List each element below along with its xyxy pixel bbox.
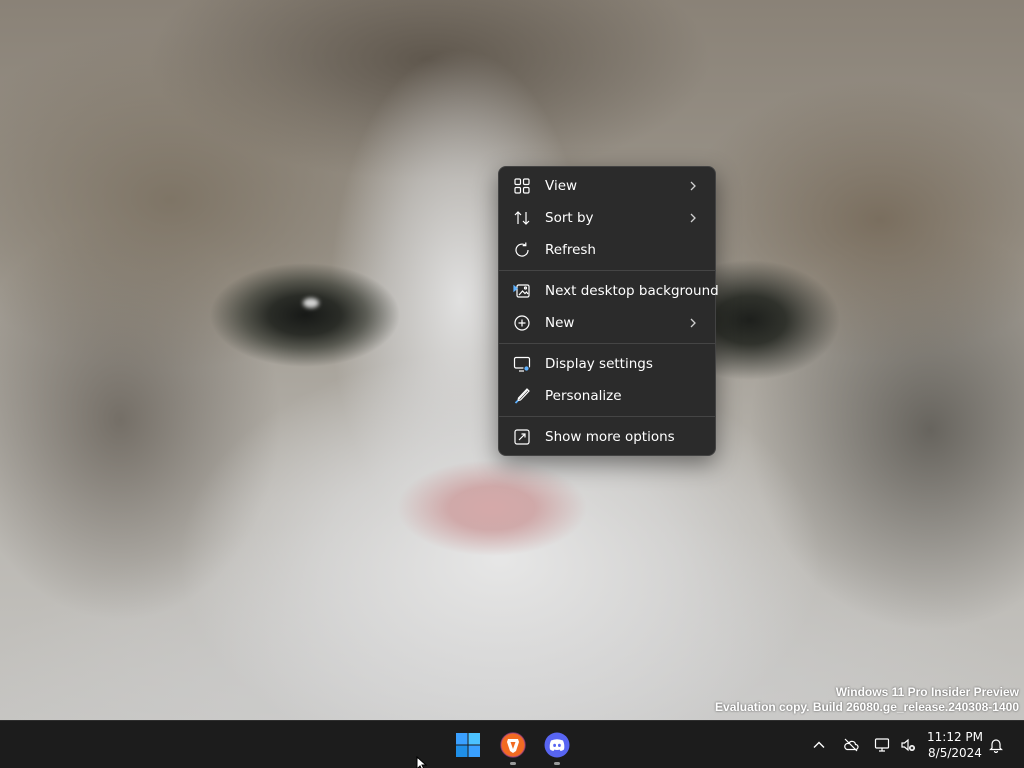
menu-item-label: Sort by [545,210,594,226]
mouse-pointer-icon [416,756,428,768]
notifications-button[interactable] [986,735,1006,755]
taskbar-app-brave[interactable] [497,729,529,765]
brave-browser-icon [500,732,526,758]
menu-item-label: Display settings [545,356,653,372]
clock-time: 11:12 PM [927,730,983,744]
menu-separator [499,270,715,271]
running-indicator [554,762,560,765]
refresh-icon [513,241,531,259]
show-hidden-icons-button[interactable] [809,735,829,755]
running-indicator [510,762,516,765]
taskbar-clock[interactable]: 11:12 PM 8/5/2024 [922,729,988,761]
menu-separator [499,343,715,344]
menu-item-next-desktop-background[interactable]: Next desktop background [503,275,719,307]
display-settings-icon [513,355,531,373]
new-plus-icon [513,314,531,332]
menu-item-label: Refresh [545,242,596,258]
volume-muted-icon [901,738,915,752]
menu-item-label: Personalize [545,388,622,404]
menu-item-show-more-options[interactable]: Show more options [503,421,711,453]
watermark-build: Evaluation copy. Build 26080.ge_release.… [715,700,1019,714]
menu-item-label: View [545,178,578,194]
personalize-brush-icon [513,387,531,405]
chevron-right-icon [690,181,696,191]
next-background-icon [513,282,531,300]
windows-start-icon [456,733,480,757]
watermark-edition: Windows 11 Pro Insider Preview [835,685,1019,699]
show-more-options-icon [513,428,531,446]
menu-item-refresh[interactable]: Refresh [503,234,711,266]
discord-icon [544,732,570,758]
view-grid-icon [513,177,531,195]
start-button[interactable] [452,729,484,761]
sort-icon [513,209,531,227]
menu-item-new[interactable]: New [503,307,711,339]
taskbar: 11:12 PM 8/5/2024 [0,720,1024,768]
network-tray-button[interactable] [872,735,892,755]
chevron-up-icon [813,741,825,748]
clock-date: 8/5/2024 [928,746,982,760]
chevron-right-icon [690,318,696,328]
menu-item-view[interactable]: View [503,170,711,202]
onedrive-offline-icon [844,738,859,752]
volume-tray-button[interactable] [898,735,918,755]
menu-item-label: New [545,315,575,331]
menu-item-label: Next desktop background [545,283,719,299]
menu-item-label: Show more options [545,429,675,445]
menu-item-sort-by[interactable]: Sort by [503,202,711,234]
taskbar-app-discord[interactable] [541,729,573,765]
menu-separator [499,416,715,417]
chevron-right-icon [690,213,696,223]
menu-item-display-settings[interactable]: Display settings [503,348,711,380]
desktop-context-menu: View Sort by Refresh Next desktop backgr… [498,166,719,456]
network-icon [874,738,890,752]
evaluation-watermark: Windows 11 Pro Insider Preview Evaluatio… [715,685,1019,715]
menu-item-personalize[interactable]: Personalize [503,380,711,412]
notifications-bell-icon [989,739,1003,753]
onedrive-tray-button[interactable] [841,735,861,755]
cat-eye-glint-left [303,298,319,308]
